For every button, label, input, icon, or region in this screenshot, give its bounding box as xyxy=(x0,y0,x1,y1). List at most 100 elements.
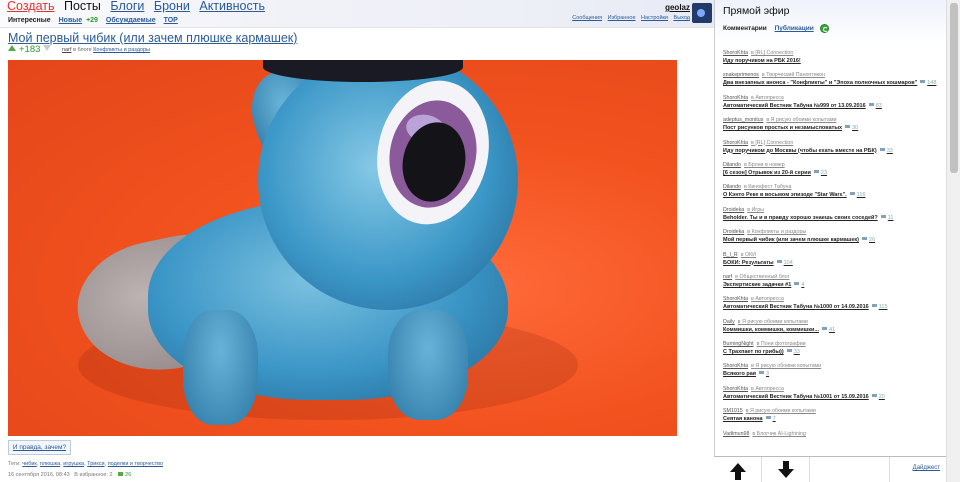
nav-bronies[interactable]: Брони xyxy=(154,0,190,13)
feed-post-link[interactable]: Иду поручиком до Москвы (чтобы ехать вме… xyxy=(723,148,893,154)
feed-author-link[interactable]: adeptus_monitus xyxy=(723,117,763,123)
arrow-down-icon[interactable] xyxy=(762,457,810,482)
user-link-logout[interactable]: Выход xyxy=(674,15,690,21)
feed-post-link[interactable]: Коммишки, коммишки, коммишки... 41 xyxy=(723,327,835,333)
feed-blog-link[interactable]: Я рисую обоими копытами xyxy=(751,363,821,369)
tab-publications[interactable]: Публикации xyxy=(775,25,814,32)
scrollbar-thumb[interactable] xyxy=(950,3,958,173)
feed-blog-link[interactable]: Конфликты и раздоры xyxy=(747,229,806,235)
feed-author-link[interactable]: narf xyxy=(723,274,732,280)
feed-blog-link[interactable]: Кинофест Табуна xyxy=(744,184,791,190)
tag-link[interactable]: поделки и творчество xyxy=(108,461,163,467)
feed-blog-link[interactable]: ОКИ xyxy=(741,252,756,258)
tag-link[interactable]: плюшка xyxy=(40,461,60,467)
refresh-icon[interactable] xyxy=(820,24,829,33)
subnav-interesting[interactable]: Интересные xyxy=(8,17,51,24)
feed-item-meta: ShoroKhta[RL] Connection xyxy=(723,140,793,146)
feed-item: BurningNightПони фотографии С Трахпает по… xyxy=(723,341,949,363)
feed-post-link[interactable]: Сеятая канона 7 xyxy=(723,416,776,422)
user-link-favorites[interactable]: Избранное xyxy=(608,15,636,21)
favorites-link[interactable]: В избранное: xyxy=(74,472,108,478)
feed-blog-link[interactable]: Я рисую обоими копытами xyxy=(746,408,816,414)
post-blog-link[interactable]: Конфликты и раздоры xyxy=(93,47,150,53)
feed-blog-link[interactable]: Автопресса xyxy=(751,386,784,392)
feed-author-link[interactable]: ShoroKhta xyxy=(723,386,748,392)
feed-post-link[interactable]: Мой первый чибик (или зачем плюшке карма… xyxy=(723,237,875,243)
post-tags: Теги: чибик, плюшка, игрушка, Трикси, по… xyxy=(8,461,164,467)
feed-author-link[interactable]: Droideka xyxy=(723,207,744,213)
feed-author-link[interactable]: Droideka xyxy=(723,229,744,235)
feed-author-link[interactable]: B_I_R xyxy=(723,252,738,258)
feed-author-link[interactable]: BurningNight xyxy=(723,341,754,347)
feed-blog-link[interactable]: Брони в номер xyxy=(744,162,785,168)
feed-post-link[interactable]: О Кэнто Реке в восьмом эпизоде "Star War… xyxy=(723,192,866,198)
feed-post-link[interactable]: С Трахпает по грибы)) 33 xyxy=(723,349,800,355)
tag-link[interactable]: игрушка xyxy=(63,461,84,467)
feed-blog-link[interactable]: Я рисую обоими копытами xyxy=(738,319,808,325)
feed-blog-link[interactable]: Общественный блог xyxy=(735,274,789,280)
nav-create[interactable]: Создать xyxy=(7,0,55,13)
comments-count[interactable]: 26 xyxy=(125,472,131,478)
feed-post-title: Сеятая канона xyxy=(723,416,763,423)
digest-link[interactable]: Дайджест xyxy=(913,465,940,471)
post-title[interactable]: Мой первый чибик (или зачем плюшке карма… xyxy=(8,31,297,45)
main-nav: Создать Посты Блоги Брони Активность xyxy=(7,0,271,13)
favorites-count: 2 xyxy=(109,472,113,478)
avatar[interactable] xyxy=(692,3,712,23)
feed-post-link[interactable]: Beholder. Ты и в правду хорошо знаешь св… xyxy=(723,215,894,221)
feed-author-link[interactable]: ShoroKhta xyxy=(723,363,748,369)
feed-blog-link[interactable]: Игры xyxy=(747,207,764,213)
feed-post-title: Экспертиские задачки #1 xyxy=(723,281,792,288)
nav-blogs[interactable]: Блоги xyxy=(110,0,144,13)
tag-link[interactable]: Трикси xyxy=(87,461,104,467)
feed-author-link[interactable]: Vadimun98 xyxy=(723,431,749,437)
user-link-settings[interactable]: Настройки xyxy=(641,15,668,21)
username-link[interactable]: geolaz xyxy=(665,3,690,12)
page-scrollbar[interactable] xyxy=(946,0,960,482)
feed-post-link[interactable]: Экспертиские задачки #1 4 xyxy=(723,282,804,288)
feed-post-link[interactable]: Два внезапных анонса - "Конфликты" и "Эп… xyxy=(723,80,936,86)
feed-item-meta: DroidekaИгры xyxy=(723,207,764,213)
feed-post-link[interactable]: Автоматический Вестник Табуна №1000 от 1… xyxy=(723,304,888,310)
feed-item-meta: narfОбщественный блог xyxy=(723,274,790,280)
read-more-button[interactable]: И правда, зачем? xyxy=(8,440,71,455)
feed-author-link[interactable]: Dilando xyxy=(723,184,741,190)
tag-link[interactable]: чибик xyxy=(22,461,37,467)
feed-author-link[interactable]: Dilando xyxy=(723,162,741,168)
feed-post-title: Мой первый чибик (или зачем плюшке карма… xyxy=(723,237,860,244)
feed-post-link[interactable]: Автоматический Вестник Табуна №1001 от 1… xyxy=(723,394,885,400)
feed-author-link[interactable]: ShoroKhta xyxy=(723,95,748,101)
feed-post-link[interactable]: [6 сезон] Отрывок из 20-й серии 23 xyxy=(723,170,827,176)
subnav-new[interactable]: Новые xyxy=(59,17,83,24)
feed-author-link[interactable]: snakeprimenos xyxy=(723,72,759,78)
feed-blog-link[interactable]: [RL] Connection xyxy=(751,50,793,56)
feed-blog-link[interactable]: Я рисую обоими копытами xyxy=(766,117,836,123)
nav-posts[interactable]: Посты xyxy=(64,0,101,13)
feed-post-link[interactable]: БОКИ: Результаты 104 xyxy=(723,260,793,266)
feed-blog-link[interactable]: Автопресса xyxy=(751,296,784,302)
feed-blog-link[interactable]: Блогчик AI-Lightning xyxy=(752,431,806,437)
feed-comment-count: 30 xyxy=(845,125,858,131)
arrow-up-icon[interactable] xyxy=(714,457,762,482)
feed-blog-link[interactable]: Пони фотографии xyxy=(757,341,806,347)
upvote-icon[interactable] xyxy=(8,45,16,51)
feed-post-link[interactable]: Иду поручиком на РБК 2016! xyxy=(723,58,801,64)
feed-post-link[interactable]: Всякого рая 3 xyxy=(723,371,769,377)
feed-post-link[interactable]: Пост рисунков простых и незамысловатых 30 xyxy=(723,125,858,131)
post-author[interactable]: narf xyxy=(62,47,71,53)
feed-author-link[interactable]: ShoroKhta xyxy=(723,140,748,146)
downvote-icon[interactable] xyxy=(43,45,52,51)
tab-comments[interactable]: Комментарии xyxy=(723,25,767,32)
feed-blog-link[interactable]: [RL] Connection xyxy=(751,140,793,146)
subnav-discussed[interactable]: Обсуждаемые xyxy=(106,17,156,24)
feed-author-link[interactable]: ShoroKhta xyxy=(723,296,748,302)
subnav-top[interactable]: TOP xyxy=(164,17,178,24)
feed-author-link[interactable]: Daily xyxy=(723,319,735,325)
feed-post-link[interactable]: Автоматический Вестник Табуна №999 от 13… xyxy=(723,103,882,109)
feed-blog-link[interactable]: Автопресса xyxy=(751,95,784,101)
nav-activity[interactable]: Активность xyxy=(199,0,265,13)
feed-author-link[interactable]: ShoroKhta xyxy=(723,50,748,56)
feed-blog-link[interactable]: Творческий Паноптикон xyxy=(762,72,825,78)
user-link-messages[interactable]: Сообщения xyxy=(572,15,602,21)
feed-author-link[interactable]: SM1015 xyxy=(723,408,743,414)
